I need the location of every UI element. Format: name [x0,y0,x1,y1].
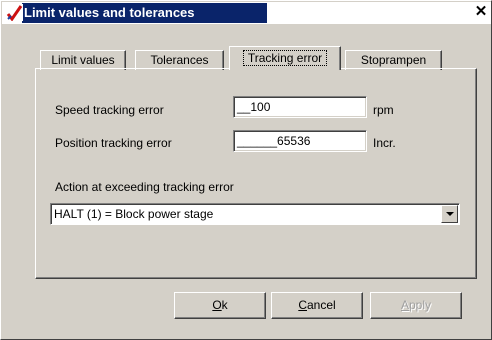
cancel-mnemonic: C [298,298,307,312]
tab-label: Limit values [51,53,115,67]
ok-mnemonic: O [212,298,222,312]
action-label: Action at exceeding tracking error [55,180,234,194]
speed-tracking-input[interactable]: __100 [233,96,367,118]
action-select[interactable]: HALT (1) = Block power stage [50,203,460,225]
speed-tracking-label: Speed tracking error [55,103,164,117]
chevron-down-icon [446,212,454,216]
close-icon[interactable]: ✕ [473,4,489,20]
tab-limit-values[interactable]: Limit values [40,50,126,70]
tab-label: Stoprampen [360,53,427,67]
position-tracking-label: Position tracking error [55,136,172,150]
apply-label-rest: pply [409,298,432,312]
apply-mnemonic: A [400,298,409,312]
cancel-button[interactable]: Cancel [271,292,363,319]
dropdown-button[interactable] [441,205,458,223]
app-icon [6,4,23,21]
tab-stoprampen[interactable]: Stoprampen [345,50,442,70]
cancel-label-rest: ancel [306,298,336,312]
window-title: Limit values and tolerances [24,5,195,20]
tab-tracking-error[interactable]: Tracking error [229,46,341,70]
ok-button[interactable]: Ok [174,292,266,319]
dialog-window: Limit values and tolerances ✕ Limit valu… [0,0,492,340]
position-unit-label: Incr. [373,136,396,150]
position-tracking-input[interactable]: ______65536 [233,130,367,152]
tab-label: Tolerances [150,53,209,67]
speed-unit-label: rpm [373,103,394,117]
apply-button[interactable]: Apply [370,292,462,319]
action-selected-value: HALT (1) = Block power stage [54,207,214,221]
title-bar[interactable]: Limit values and tolerances ✕ [2,2,491,24]
ok-label-rest: k [221,298,228,312]
tab-tolerances[interactable]: Tolerances [135,50,224,70]
tab-label: Tracking error [242,50,328,66]
